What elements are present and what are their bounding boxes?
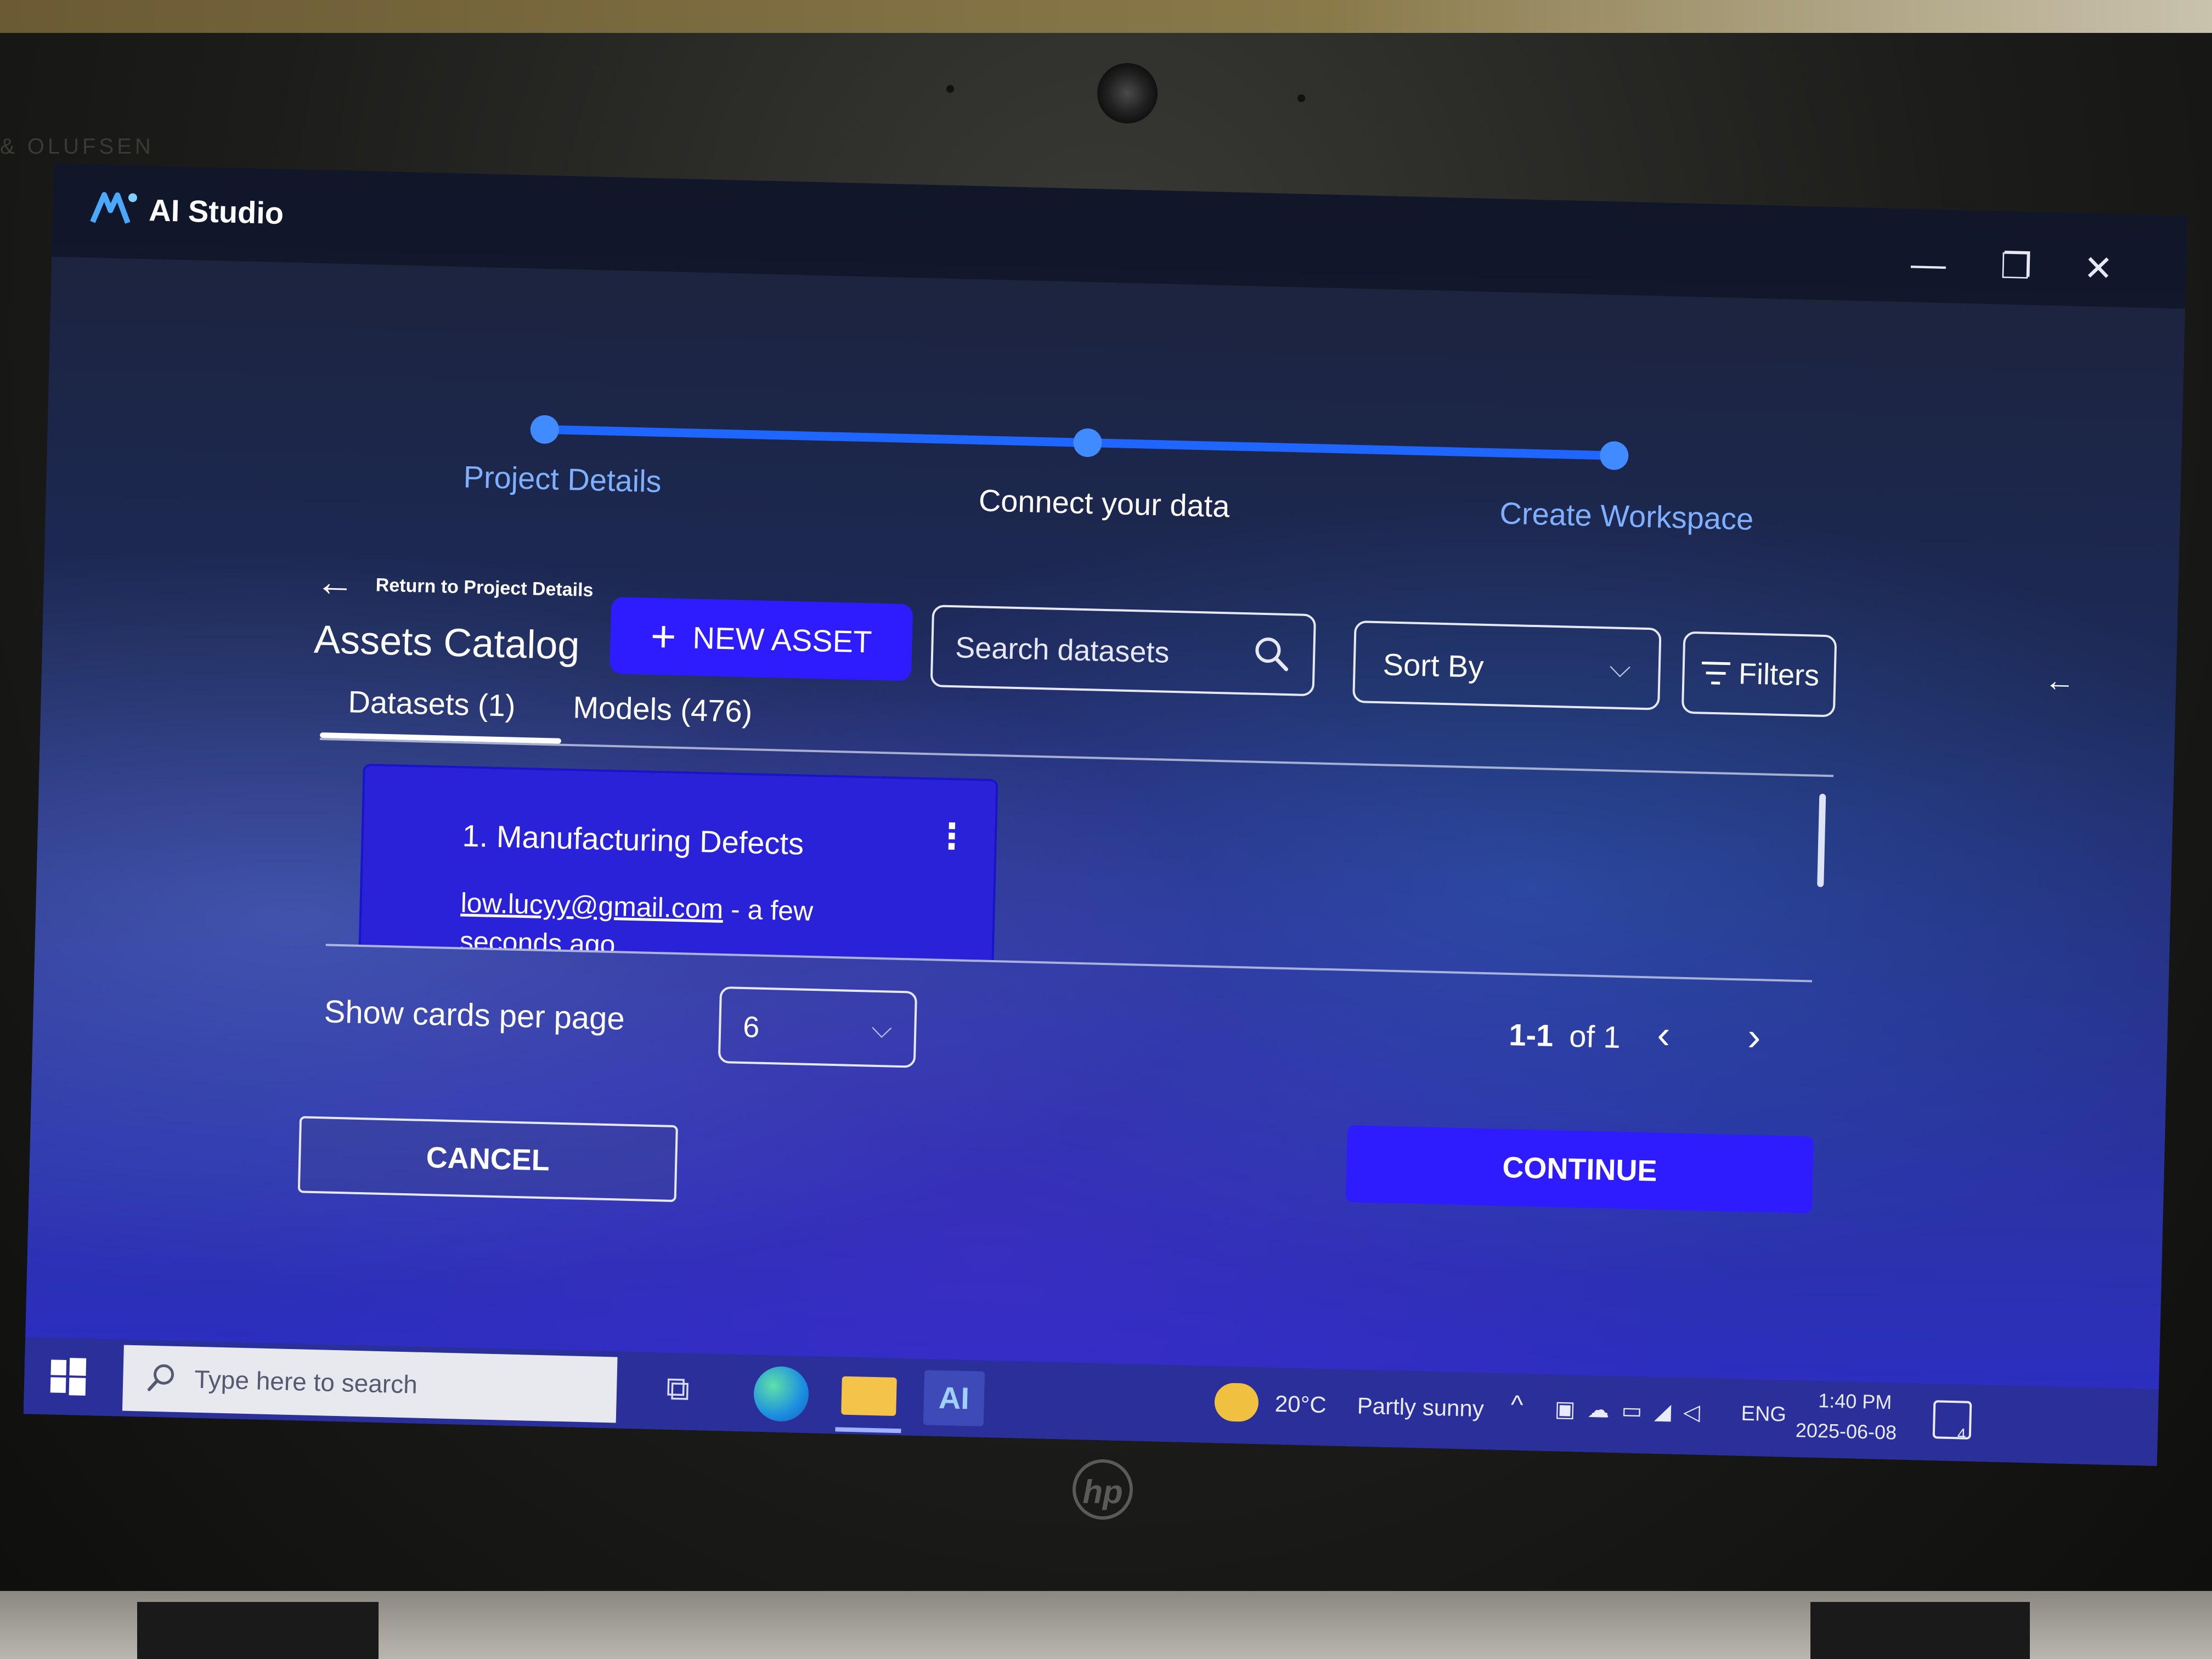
close-button[interactable]: ✕ bbox=[2076, 246, 2121, 291]
cancel-button[interactable]: CANCEL bbox=[297, 1116, 678, 1203]
search-icon bbox=[147, 1364, 174, 1391]
background-room bbox=[0, 0, 2212, 33]
webcam-sensor-left bbox=[946, 85, 954, 93]
plus-icon: + bbox=[650, 611, 677, 661]
maximize-button[interactable]: ❐ bbox=[1994, 244, 2039, 289]
minimize-button[interactable]: — bbox=[1906, 241, 1951, 286]
tab-models[interactable]: Models (476) bbox=[573, 689, 753, 729]
filter-icon bbox=[1701, 661, 1730, 685]
tab-datasets[interactable]: Datasets (1) bbox=[348, 684, 516, 723]
cards-area: 1. Manufacturing Defects ⋮ low.lucyy@gma… bbox=[315, 752, 1833, 981]
chevron-up-icon[interactable]: ^ bbox=[1510, 1390, 1523, 1420]
continue-button[interactable]: CONTINUE bbox=[1345, 1125, 1814, 1214]
per-page-value: 6 bbox=[742, 1010, 760, 1044]
windows-start-icon[interactable] bbox=[46, 1354, 91, 1399]
hp-logo: hp bbox=[1073, 1459, 1133, 1520]
ai-studio-logo-icon bbox=[90, 192, 137, 224]
step-dot-create-workspace bbox=[1599, 441, 1629, 471]
taskbar-search-placeholder: Type here to search bbox=[194, 1364, 418, 1399]
filters-label: Filters bbox=[1738, 657, 1820, 692]
chevron-down-icon: ⌵ bbox=[1609, 651, 1632, 684]
hinge-left bbox=[137, 1602, 379, 1659]
system-tray-icons[interactable]: ▣☁▭◢◁ bbox=[1554, 1396, 1712, 1425]
arrow-left-icon: ← bbox=[2044, 662, 2076, 698]
card-title: 1. Manufacturing Defects bbox=[461, 818, 804, 861]
laptop-screen: AI Studio — ❐ ✕ Project Details Connect … bbox=[23, 163, 2188, 1466]
step-dot-project-details bbox=[530, 415, 560, 444]
app-title: AI Studio bbox=[148, 193, 284, 231]
bezel-brand-text: & OLUFSEN bbox=[0, 134, 154, 159]
file-explorer-icon[interactable] bbox=[841, 1376, 897, 1416]
filters-button[interactable]: Filters bbox=[1681, 631, 1837, 718]
ai-studio-taskbar-icon[interactable]: AI bbox=[923, 1370, 985, 1426]
search-input[interactable] bbox=[953, 625, 1243, 677]
step-dot-connect-data bbox=[1073, 428, 1103, 458]
arrow-left-icon[interactable]: ← bbox=[315, 560, 356, 605]
clock-time[interactable]: 1:40 PM bbox=[1818, 1389, 1892, 1414]
task-view-icon[interactable]: ⧉ bbox=[665, 1369, 690, 1408]
page-title: Assets Catalog bbox=[313, 617, 580, 668]
new-asset-button[interactable]: + NEW ASSET bbox=[610, 596, 913, 681]
chevron-right-icon[interactable]: › bbox=[1747, 1014, 1761, 1060]
taskbar-search-box[interactable]: Type here to search bbox=[122, 1345, 618, 1423]
return-to-project-details-link[interactable]: Return to Project Details bbox=[375, 574, 594, 601]
step-label-connect-data: Connect your data bbox=[978, 483, 1231, 524]
chevron-left-icon[interactable]: ‹ bbox=[1657, 1012, 1671, 1058]
notification-icon[interactable] bbox=[1932, 1400, 1972, 1440]
per-page-select[interactable]: 6 ⌵ bbox=[718, 986, 918, 1068]
language-indicator[interactable]: ENG bbox=[1741, 1402, 1786, 1427]
card-owner-email-link[interactable]: low.lucyy@gmail.com bbox=[460, 887, 724, 924]
more-options-icon[interactable]: ⋮ bbox=[934, 816, 970, 856]
weather-temperature[interactable]: 20°C bbox=[1274, 1391, 1327, 1418]
webcam-sensor-right bbox=[1297, 94, 1305, 102]
step-label-project-details: Project Details bbox=[462, 459, 662, 499]
page-total: of 1 bbox=[1568, 1018, 1621, 1055]
webcam-icon bbox=[1097, 63, 1158, 123]
search-icon[interactable] bbox=[1252, 634, 1291, 674]
running-app-indicator bbox=[835, 1427, 901, 1434]
page-range: 1-1 bbox=[1508, 1017, 1554, 1053]
chevron-down-icon: ⌵ bbox=[871, 1012, 893, 1044]
search-box bbox=[930, 605, 1317, 697]
per-page-label: Show cards per page bbox=[324, 994, 625, 1037]
sort-by-label: Sort By bbox=[1383, 647, 1485, 684]
clock-date[interactable]: 2025-06-08 bbox=[1795, 1419, 1897, 1444]
edge-browser-icon[interactable] bbox=[753, 1365, 810, 1423]
sort-by-select[interactable]: Sort By ⌵ bbox=[1352, 620, 1662, 710]
weather-sun-icon[interactable] bbox=[1214, 1383, 1259, 1423]
step-label-create-workspace: Create Workspace bbox=[1499, 495, 1754, 537]
notification-count: 4 bbox=[1957, 1425, 1966, 1443]
hinge-right bbox=[1810, 1602, 2030, 1659]
new-asset-label: NEW ASSET bbox=[692, 620, 873, 659]
weather-description[interactable]: Partly sunny bbox=[1357, 1393, 1484, 1423]
